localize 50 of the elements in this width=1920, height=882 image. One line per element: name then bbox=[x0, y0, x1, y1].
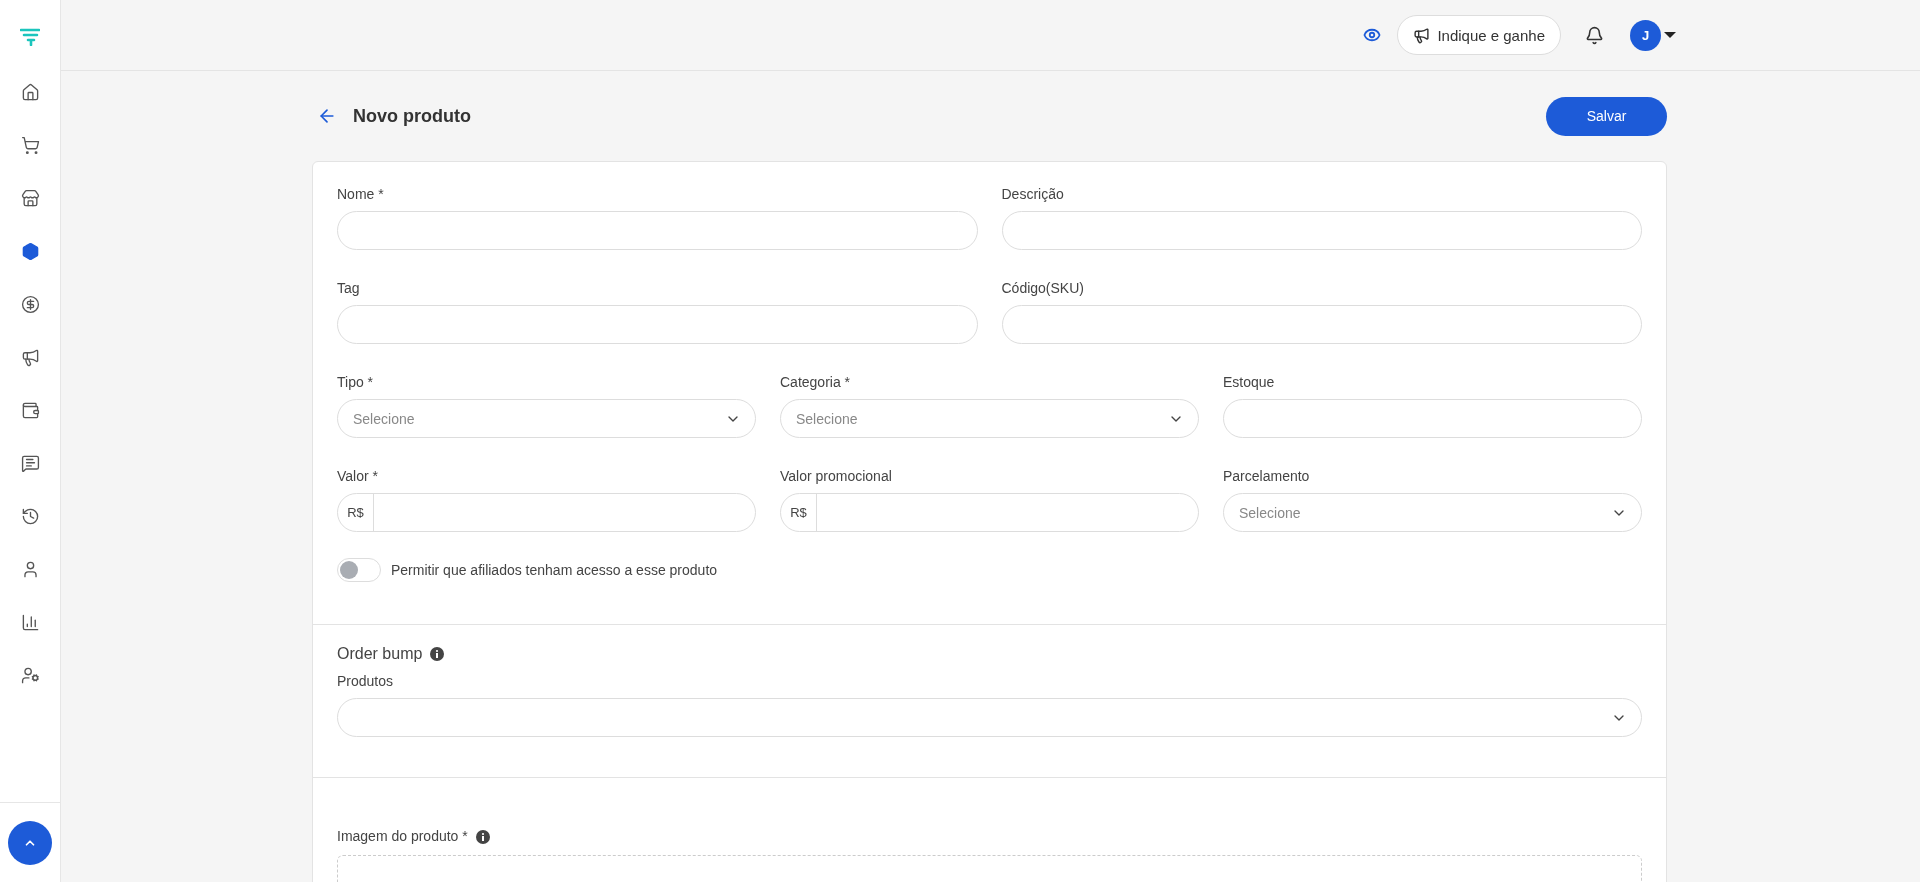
select-field[interactable]: Selecione bbox=[780, 399, 1199, 438]
text-field[interactable] bbox=[337, 211, 978, 250]
account-menu[interactable]: J bbox=[1630, 19, 1677, 51]
bar-chart-icon bbox=[20, 612, 40, 632]
wallet-icon bbox=[20, 400, 40, 420]
info-icon bbox=[430, 647, 445, 661]
avatar: J bbox=[1630, 19, 1661, 51]
chat-icon bbox=[20, 453, 40, 473]
field-label: Produtos bbox=[337, 673, 395, 690]
page-title: Novo produto bbox=[353, 105, 471, 127]
text-field[interactable] bbox=[1001, 305, 1642, 344]
affiliate-toggle[interactable] bbox=[337, 558, 381, 582]
currency-field[interactable]: R$ bbox=[780, 493, 1199, 532]
field-label: Tag bbox=[337, 280, 361, 297]
toggle-label: Permitir que afiliados tenham acesso a esse produto bbox=[391, 562, 718, 578]
cart-icon bbox=[20, 135, 40, 155]
save-button[interactable]: Salvar bbox=[1546, 96, 1667, 136]
store-icon bbox=[20, 188, 40, 208]
megaphone-icon bbox=[20, 347, 40, 367]
scroll-up-button[interactable] bbox=[8, 820, 52, 865]
select-field[interactable]: Selecione bbox=[1223, 493, 1642, 532]
field-label: Imagem do produto * bbox=[337, 828, 468, 845]
currency-prefix: R$ bbox=[338, 494, 374, 531]
field-label: Código(SKU) bbox=[1001, 280, 1085, 297]
text-field[interactable] bbox=[1223, 399, 1642, 438]
megaphone-icon bbox=[1413, 26, 1431, 44]
section-title: Order bump bbox=[337, 645, 423, 663]
field-label: Estoque bbox=[1223, 374, 1276, 391]
home-icon bbox=[20, 82, 40, 102]
select-field[interactable]: Selecione bbox=[337, 399, 756, 438]
caret-down-icon bbox=[1663, 31, 1677, 39]
currency-prefix: R$ bbox=[781, 494, 817, 531]
bell-icon[interactable] bbox=[1585, 25, 1604, 45]
field-label: Valor * bbox=[337, 468, 379, 485]
select-field[interactable] bbox=[337, 698, 1642, 737]
text-field[interactable] bbox=[337, 305, 978, 344]
currency-field[interactable]: R$ bbox=[337, 493, 756, 532]
referral-button[interactable]: Indique e ganhe bbox=[1397, 15, 1561, 55]
field-label: Tipo * bbox=[337, 374, 375, 391]
field-label: Descrição bbox=[1001, 186, 1065, 203]
user-settings-icon bbox=[20, 665, 40, 685]
eye-icon[interactable] bbox=[1363, 26, 1382, 44]
history-icon bbox=[20, 506, 40, 526]
field-label: Parcelamento bbox=[1223, 468, 1311, 485]
field-label: Categoria * bbox=[780, 374, 852, 391]
info-icon bbox=[475, 829, 490, 844]
field-label: Valor promocional bbox=[780, 468, 893, 485]
dollar-icon bbox=[20, 294, 40, 314]
text-field[interactable] bbox=[1001, 211, 1642, 250]
field-label: Nome * bbox=[337, 186, 385, 203]
